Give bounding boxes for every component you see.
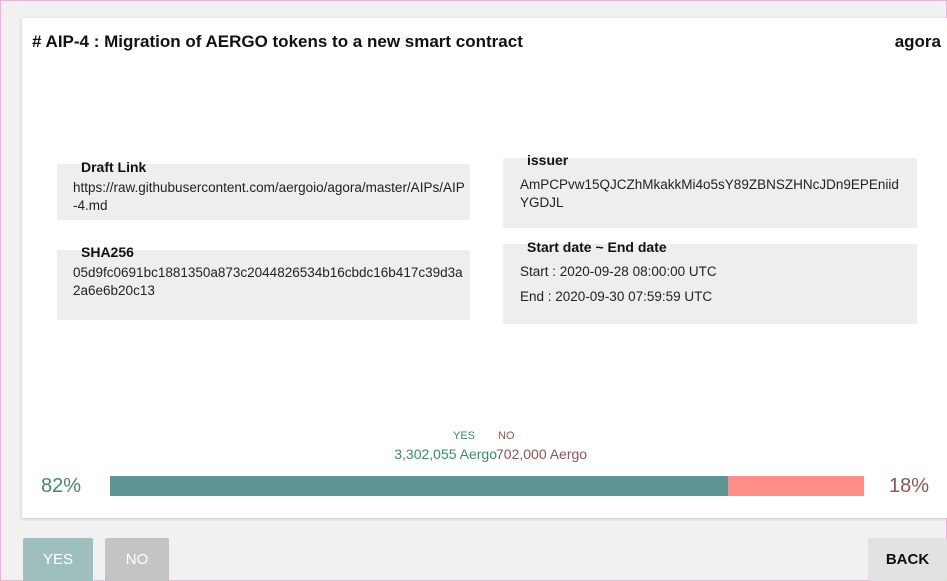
draft-link-label: Draft Link xyxy=(81,159,147,175)
yes-heading: YES xyxy=(453,430,476,442)
back-button[interactable]: BACK xyxy=(868,538,947,581)
vote-progress-bar xyxy=(110,476,864,496)
sha256-label: SHA256 xyxy=(81,244,134,260)
yes-bar-segment xyxy=(110,476,729,496)
no-heading: NO xyxy=(498,430,515,442)
start-date: Start : 2020-09-28 08:00:00 UTC xyxy=(520,264,717,279)
proposal-card: # AIP-4 : Migration of AERGO tokens to a… xyxy=(22,18,947,518)
draft-link-box: Draft Link https://raw.githubusercontent… xyxy=(57,159,470,220)
issuer-value: AmPCPvw15QJCZhMkakkMi4o5sY89ZBNSZHNcJDn9… xyxy=(520,177,899,210)
no-bar-segment xyxy=(728,476,864,496)
date-range-label: Start date ~ End date xyxy=(527,239,667,255)
no-amount: 702,000 Aergo xyxy=(496,446,588,462)
yes-percentage: 82% xyxy=(41,475,82,497)
no-percentage: 18% xyxy=(889,475,930,497)
sha256-box: SHA256 05d9fc0691bc1881350a873c204482653… xyxy=(57,244,470,320)
draft-link-value[interactable]: https://raw.githubusercontent.com/aergoi… xyxy=(73,179,465,215)
sha256-value: 05d9fc0691bc1881350a873c2044826534b16cbd… xyxy=(73,265,463,298)
end-date: End : 2020-09-30 07:59:59 UTC xyxy=(520,289,713,304)
date-range-box: Start date ~ End date Start : 2020-09-28… xyxy=(503,239,917,324)
vote-no-button[interactable]: NO xyxy=(105,538,169,581)
yes-amount: 3,302,055 Aergo xyxy=(394,446,497,462)
issuer-box: issuer AmPCPvw15QJCZhMkakkMi4o5sY89ZBNSZ… xyxy=(503,152,917,228)
vote-yes-button[interactable]: YES xyxy=(23,538,93,581)
brand-label: agora xyxy=(894,32,941,51)
proposal-title: # AIP-4 : Migration of AERGO tokens to a… xyxy=(32,32,523,51)
issuer-label: issuer xyxy=(527,152,569,168)
